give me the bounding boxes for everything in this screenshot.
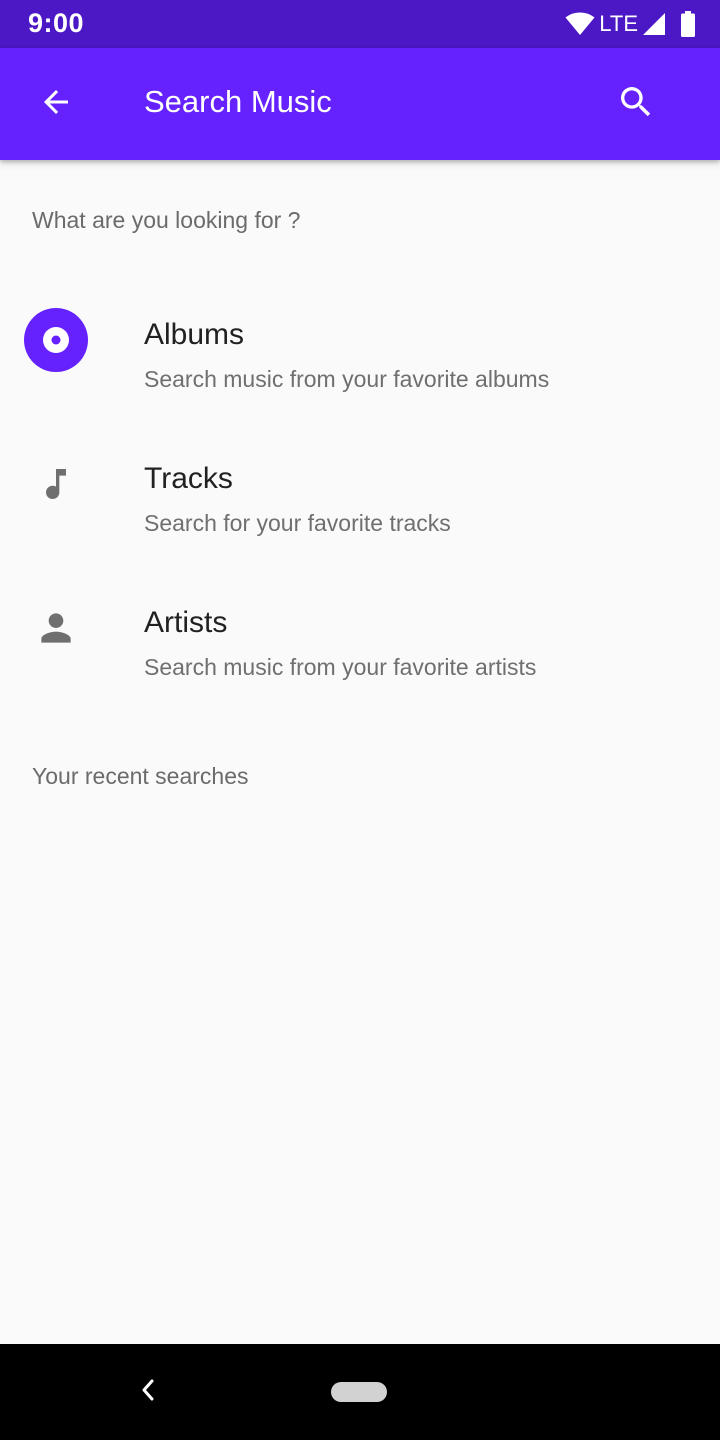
search-icon bbox=[616, 82, 656, 127]
chevron-left-icon bbox=[138, 1378, 158, 1407]
category-tracks[interactable]: Tracks Search for your favorite tracks bbox=[0, 452, 720, 572]
nav-home-button[interactable] bbox=[331, 1382, 387, 1402]
category-subtitle: Search for your favorite tracks bbox=[144, 510, 451, 536]
category-subtitle: Search music from your favorite artists bbox=[144, 654, 537, 680]
category-subtitle: Search music from your favorite albums bbox=[144, 366, 550, 392]
person-icon bbox=[24, 596, 88, 660]
status-icons: LTE bbox=[565, 10, 696, 38]
category-artists[interactable]: Artists Search music from your favorite … bbox=[0, 596, 720, 716]
category-title: Tracks bbox=[144, 462, 233, 495]
page-title: Search Music bbox=[144, 84, 332, 119]
category-title: Albums bbox=[144, 318, 245, 351]
category-title: Artists bbox=[144, 606, 228, 639]
section-header-recent: Your recent searches bbox=[32, 763, 249, 789]
music-note-icon bbox=[24, 452, 88, 516]
back-button[interactable] bbox=[28, 76, 84, 132]
arrow-back-icon bbox=[38, 84, 74, 125]
network-type: LTE bbox=[599, 11, 638, 36]
app-bar: Search Music bbox=[0, 48, 720, 160]
status-time: 9:00 bbox=[28, 8, 85, 38]
system-nav-bar bbox=[0, 1344, 720, 1440]
category-albums[interactable]: Albums Search music from your favorite a… bbox=[0, 308, 720, 428]
signal-icon bbox=[642, 12, 666, 36]
status-bar: 9:00 LTE bbox=[0, 0, 720, 48]
wifi-icon bbox=[565, 12, 595, 36]
album-icon bbox=[24, 308, 88, 372]
battery-icon bbox=[680, 11, 696, 37]
nav-back-button[interactable] bbox=[132, 1376, 164, 1408]
search-button[interactable] bbox=[608, 76, 664, 132]
section-header-prompt: What are you looking for ? bbox=[32, 207, 301, 233]
